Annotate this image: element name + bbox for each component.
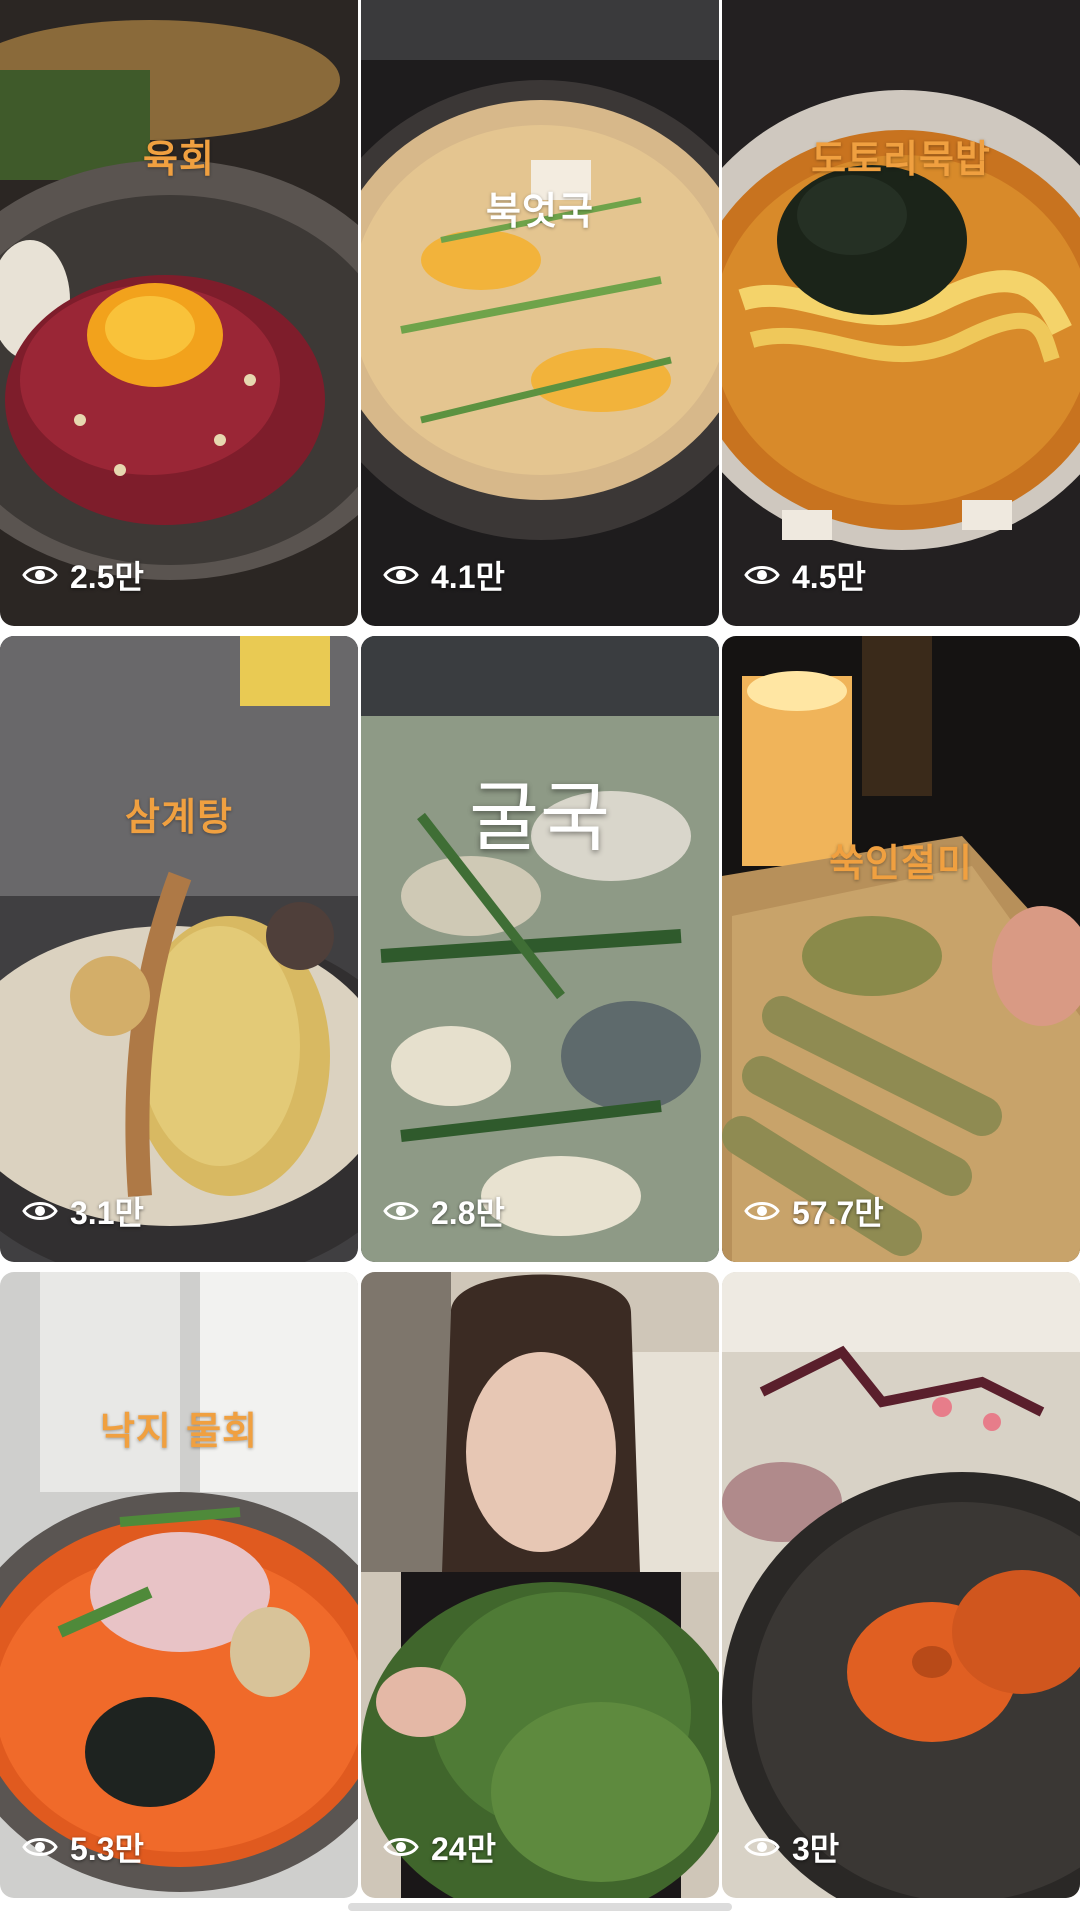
video-tile-herbs[interactable]: 24만	[361, 1272, 719, 1898]
eye-icon	[744, 1838, 780, 1856]
view-count-text: 2.8만	[431, 1195, 505, 1231]
eye-icon	[744, 566, 780, 584]
eye-icon	[383, 1202, 419, 1220]
view-count-text: 2.5만	[70, 559, 144, 595]
view-count-text: 5.3만	[70, 1831, 144, 1867]
view-count: 3만	[744, 1824, 839, 1870]
view-count-text: 57.7만	[792, 1195, 884, 1231]
video-tile-yukhoe[interactable]: 육회 2.5만	[0, 0, 358, 626]
video-title: 육회	[143, 137, 215, 181]
video-title: 북엇국	[486, 189, 594, 233]
eye-icon	[22, 1202, 58, 1220]
video-thumbnail	[361, 636, 719, 1262]
video-title: 굴국	[469, 773, 611, 862]
view-count-text: 24만	[431, 1831, 497, 1867]
video-thumbnail	[0, 636, 358, 1262]
eye-icon	[383, 1838, 419, 1856]
view-count: 5.3만	[22, 1824, 144, 1870]
video-grid: 육회 2.5만 북엇국 4.1만 도토리묵밥 4.5만 삼계탕 3.1만 굴국 …	[0, 0, 1080, 1911]
video-thumbnail	[361, 1272, 719, 1898]
video-tile-ssukinjeolmi[interactable]: 쑥인절미 57.7만	[722, 636, 1080, 1262]
video-title: 도토리묵밥	[811, 137, 991, 181]
home-indicator[interactable]	[348, 1903, 732, 1911]
view-count: 4.5만	[744, 552, 866, 598]
video-tile-nakji-mulhoe[interactable]: 낙지 물회 5.3만	[0, 1272, 358, 1898]
view-count: 3.1만	[22, 1188, 144, 1234]
video-tile-gulguk[interactable]: 굴국 2.8만	[361, 636, 719, 1262]
video-thumbnail	[361, 0, 719, 626]
eye-icon	[22, 1838, 58, 1856]
view-count: 24만	[383, 1824, 496, 1870]
view-count: 4.1만	[383, 552, 505, 598]
video-title: 낙지 물회	[99, 1409, 259, 1453]
video-title: 삼계탕	[125, 795, 233, 839]
view-count: 57.7만	[744, 1188, 884, 1234]
video-thumbnail	[0, 0, 358, 626]
eye-icon	[383, 566, 419, 584]
video-tile-rice-cakes[interactable]: 3만	[722, 1272, 1080, 1898]
video-tile-samgyetang[interactable]: 삼계탕 3.1만	[0, 636, 358, 1262]
view-count-text: 4.5만	[792, 559, 866, 595]
view-count-text: 3.1만	[70, 1195, 144, 1231]
video-thumbnail	[722, 1272, 1080, 1898]
video-thumbnail	[722, 636, 1080, 1262]
video-tile-bugeoguk[interactable]: 북엇국 4.1만	[361, 0, 719, 626]
view-count-text: 3만	[792, 1831, 840, 1867]
eye-icon	[744, 1202, 780, 1220]
view-count: 2.5만	[22, 552, 144, 598]
video-tile-dotorimukbap[interactable]: 도토리묵밥 4.5만	[722, 0, 1080, 626]
video-title: 쑥인절미	[829, 841, 973, 885]
video-thumbnail	[722, 0, 1080, 626]
view-count: 2.8만	[383, 1188, 505, 1234]
view-count-text: 4.1만	[431, 559, 505, 595]
video-thumbnail	[0, 1272, 358, 1898]
eye-icon	[22, 566, 58, 584]
